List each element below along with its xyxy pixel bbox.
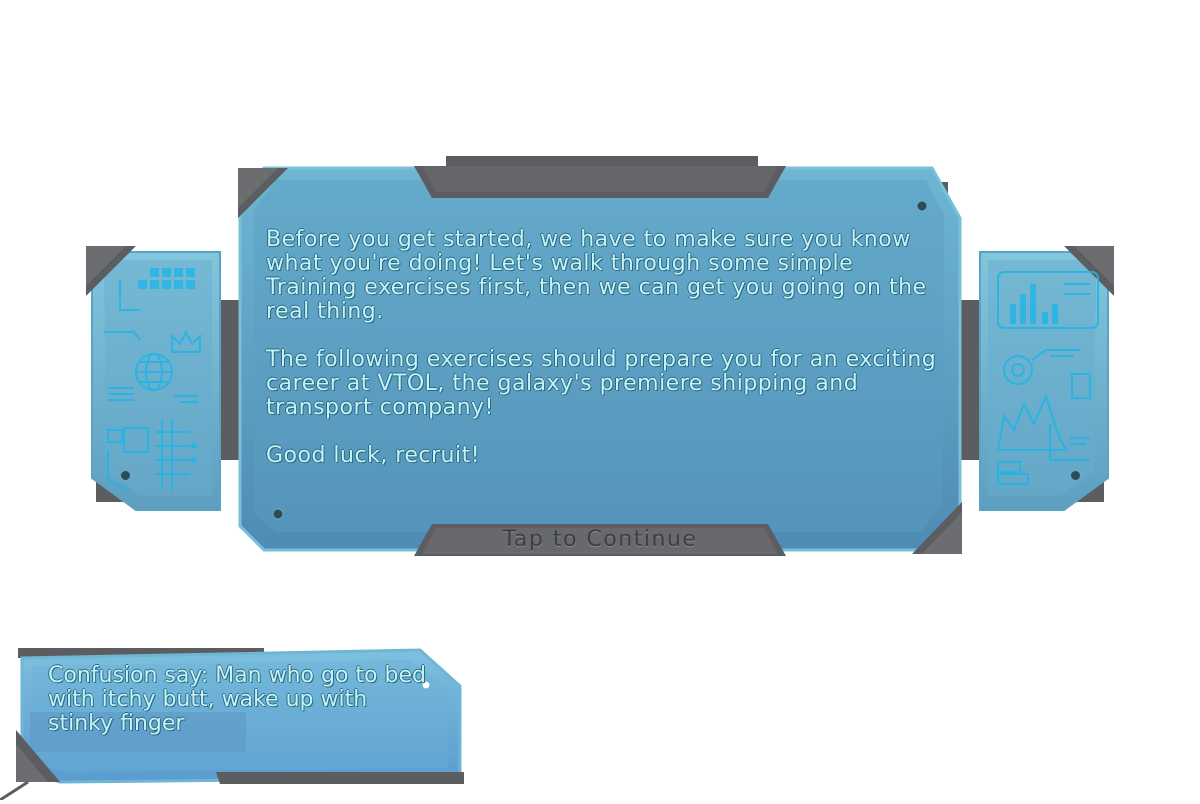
dialog-paragraph-3: Good luck, recruit! [266, 443, 481, 468]
tip-text: Confusion say: Man who go to bed with it… [48, 663, 426, 736]
target-icon [1003, 349, 1091, 399]
left-panel-icons [100, 260, 210, 500]
dialog-frame: Before you get started, we have to make … [236, 154, 964, 558]
tip-panel: Confusion say: Man who go to bed with it… [0, 640, 470, 802]
bar-chart-icon [997, 271, 1099, 329]
globe-icon [104, 331, 173, 391]
dialog-paragraph-2: The following exercises should prepare y… [266, 347, 937, 420]
dialog-paragraph-1: Before you get started, we have to make … [266, 227, 927, 324]
crown-icon [171, 329, 201, 353]
tap-to-continue-button[interactable]: Tap to Continue [414, 524, 786, 556]
right-side-panel [978, 246, 1114, 512]
right-panel-icons [990, 264, 1102, 500]
right-panel-screw [1070, 470, 1081, 481]
left-side-panel [86, 246, 222, 512]
tap-to-continue-label: Tap to Continue [502, 527, 698, 552]
mountain-chart-icon [996, 393, 1090, 451]
grid-icon [119, 268, 195, 311]
circuit-icon [107, 420, 197, 493]
left-panel-screw [120, 470, 131, 481]
dialog-body: Before you get started, we have to make … [266, 228, 938, 492]
